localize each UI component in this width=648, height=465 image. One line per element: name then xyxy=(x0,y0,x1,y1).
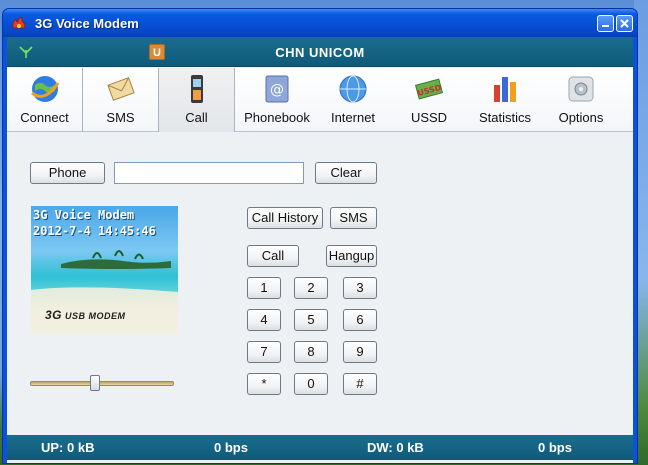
minimize-icon xyxy=(602,25,609,27)
main-toolbar: Connect SMS Call @ Phonebook Internet US… xyxy=(7,68,633,132)
key-4[interactable]: 4 xyxy=(247,309,281,331)
key-2[interactable]: 2 xyxy=(294,277,328,299)
internet-globe-icon xyxy=(339,75,367,103)
toolbar-label: Statistics xyxy=(478,110,531,125)
close-button[interactable] xyxy=(616,15,633,32)
window-title: 3G Voice Modem xyxy=(35,16,139,31)
dialer-panel: Phone Clear 3G Voice Modem 2012-7-4 14:4… xyxy=(7,133,633,433)
operator-name: CHN UNICOM xyxy=(275,45,365,60)
app-flame-icon xyxy=(12,16,26,29)
network-status-bar: U CHN UNICOM xyxy=(7,37,633,67)
toolbar-label: SMS xyxy=(106,110,135,125)
sms-button[interactable]: SMS xyxy=(330,207,377,229)
toolbar-statistics[interactable]: Statistics xyxy=(467,68,543,132)
key-0[interactable]: 0 xyxy=(294,373,328,395)
address-book-icon: @ xyxy=(265,75,289,103)
phone-button[interactable]: Phone xyxy=(30,162,105,184)
key-1[interactable]: 1 xyxy=(247,277,281,299)
usb-modem-logo: 3G USB MODEM xyxy=(45,308,126,322)
close-icon xyxy=(620,19,629,28)
key-7[interactable]: 7 xyxy=(247,341,281,363)
toolbar-phonebook[interactable]: @ Phonebook xyxy=(239,68,315,132)
hangup-button[interactable]: Hangup xyxy=(326,245,377,267)
toolbar-label: Call xyxy=(185,110,208,125)
toolbar-options[interactable]: Options xyxy=(543,68,619,132)
volume-slider-track[interactable] xyxy=(30,381,174,386)
bar-chart-icon xyxy=(494,77,516,102)
key-star[interactable]: * xyxy=(247,373,281,395)
upload-total: UP: 0 kB xyxy=(41,440,95,455)
toolbar-sms[interactable]: SMS xyxy=(83,68,159,132)
logo-3g: 3G xyxy=(45,308,63,322)
phone-number-input[interactable] xyxy=(114,162,304,184)
title-bar[interactable]: 3G Voice Modem xyxy=(3,9,637,37)
ussd-icon: USSD xyxy=(414,78,444,100)
key-3[interactable]: 3 xyxy=(343,277,377,299)
app-window: 3G Voice Modem U CHN UNICOM Connect SMS … xyxy=(2,8,638,464)
toolbar-label: Phonebook xyxy=(244,110,310,125)
mobile-phone-icon xyxy=(190,75,203,103)
globe-connect-icon xyxy=(30,76,59,102)
clear-button[interactable]: Clear xyxy=(315,162,377,184)
logo-usb-modem: USB MODEM xyxy=(65,311,126,321)
key-9[interactable]: 9 xyxy=(343,341,377,363)
minimize-button[interactable] xyxy=(597,15,614,32)
display-title: 3G Voice Modem xyxy=(33,208,135,222)
toolbar-internet[interactable]: Internet xyxy=(315,68,391,132)
options-gear-icon xyxy=(568,76,594,102)
volume-slider-thumb[interactable] xyxy=(90,375,101,391)
toolbar-call[interactable]: Call xyxy=(159,68,235,132)
client-area: U CHN UNICOM Connect SMS Call @ Phoneboo… xyxy=(7,37,633,463)
envelope-icon xyxy=(106,77,135,101)
key-5[interactable]: 5 xyxy=(294,309,328,331)
modem-display: 3G Voice Modem 2012-7-4 14:45:46 3G USB … xyxy=(31,206,178,334)
upload-rate: 0 bps xyxy=(214,440,248,455)
toolbar-label: Connect xyxy=(20,110,69,125)
toolbar-label: Internet xyxy=(330,110,376,125)
download-rate: 0 bps xyxy=(538,440,572,455)
display-datetime: 2012-7-4 14:45:46 xyxy=(33,224,156,238)
svg-text:@: @ xyxy=(270,82,284,98)
toolbar-label: USSD xyxy=(410,110,448,125)
toolbar-ussd[interactable]: USSD USSD xyxy=(391,68,467,132)
key-6[interactable]: 6 xyxy=(343,309,377,331)
traffic-status-bar: UP: 0 kB 0 bps DW: 0 kB 0 bps xyxy=(7,435,633,460)
key-hash[interactable]: # xyxy=(343,373,377,395)
download-total: DW: 0 kB xyxy=(367,440,424,455)
call-button[interactable]: Call xyxy=(247,245,299,267)
toolbar-label: Options xyxy=(558,110,604,125)
call-history-button[interactable]: Call History xyxy=(247,207,323,229)
key-8[interactable]: 8 xyxy=(294,341,328,363)
toolbar-connect[interactable]: Connect xyxy=(7,68,83,132)
